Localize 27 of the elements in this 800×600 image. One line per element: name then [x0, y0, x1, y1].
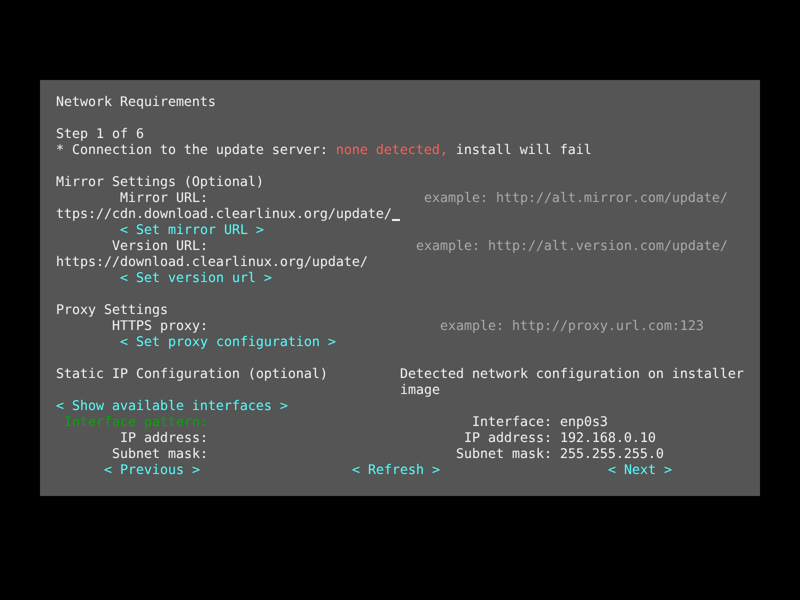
nav-button[interactable]: < Previous > — [104, 463, 200, 479]
set-proxy-button[interactable]: < Set proxy configuration > — [120, 335, 336, 351]
field-label: Mirror URL: — [120, 191, 208, 207]
detected-value: Interface: enp0s3 — [472, 415, 608, 431]
detected-value: IP address: 192.168.0.10 — [464, 431, 656, 447]
detected-value: Subnet mask: 255.255.255.0 — [456, 447, 664, 463]
input-field[interactable]: https://download.clearlinux.org/update/ — [56, 255, 368, 271]
section-heading: Mirror Settings (Optional) — [56, 175, 264, 191]
page-title: Network Requirements — [56, 95, 216, 111]
input-field[interactable]: ttps://cdn.download.clearlinux.org/update/ — [56, 207, 400, 223]
example-hint: example: http://proxy.url.com:123 — [440, 319, 704, 335]
section-heading: Proxy Settings — [56, 303, 168, 319]
field-label: Version URL: — [112, 239, 208, 255]
nav-button[interactable]: < Next > — [608, 463, 672, 479]
example-hint: example: http://alt.version.com/update/ — [416, 239, 728, 255]
field-label: HTTPS proxy: — [112, 319, 208, 335]
step-indicator: Step 1 of 6 — [56, 127, 144, 143]
section-heading: Detected network configuration on installer image — [400, 367, 744, 399]
set-mirror-button[interactable]: < Set mirror URL > — [120, 223, 264, 239]
example-hint: example: http://alt.mirror.com/update/ — [424, 191, 728, 207]
connection-status-line: * Connection to the update server: none detected, install will fail — [56, 143, 592, 159]
section-heading: Static IP Configuration (optional) — [56, 367, 328, 383]
field-label[interactable]: IP address: — [120, 431, 208, 447]
nav-button[interactable]: < Refresh > — [352, 463, 440, 479]
field-label[interactable]: Subnet mask: — [112, 447, 208, 463]
set-version-button[interactable]: < Set version url > — [120, 271, 272, 287]
show-interfaces-button[interactable]: < Show available interfaces > — [56, 399, 288, 415]
